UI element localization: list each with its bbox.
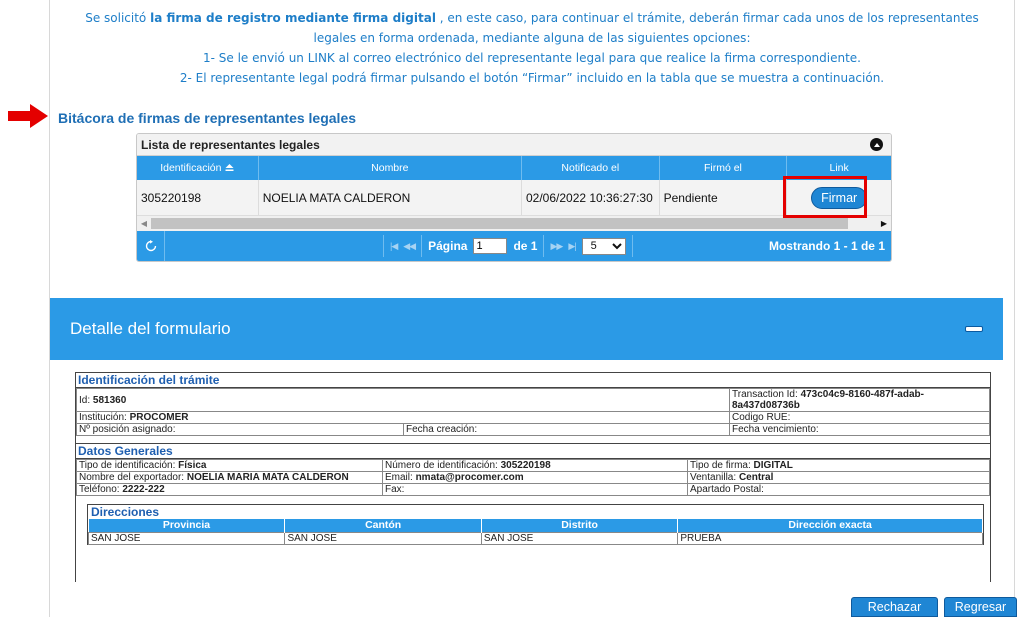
field-fecha-creacion: Fecha creación: [403, 423, 730, 436]
field-telefono: Teléfono: 2222-222 [76, 483, 383, 496]
form-detail-header: Detalle del formulario [50, 298, 1003, 360]
table-row[interactable]: 305220198 NOELIA MATA CALDERON 02/06/202… [137, 180, 891, 216]
instruction-line-4: 2- El representante legal podrá firmar p… [179, 71, 885, 85]
section-spacer [76, 436, 990, 444]
cell-direccion: PRUEBA [677, 531, 983, 545]
cell-firmo: Pendiente [660, 180, 788, 215]
field-transaction-id: Transaction Id: 473c04c9-8160-487f-adab-… [729, 388, 990, 412]
cell-distrito: SAN JOSE [480, 531, 679, 545]
field-apartado-postal: Apartado Postal: [687, 483, 990, 496]
cell-notificado: 02/06/2022 10:36:27:30 [522, 180, 660, 215]
cell-provincia: SAN JOSE [87, 531, 286, 545]
column-header-identificacion[interactable]: Identificación [137, 156, 259, 180]
field-tipo-firma: Tipo de firma: DIGITAL [687, 459, 990, 472]
prev-page-icon[interactable]: ◀◀ [403, 241, 416, 252]
first-page-icon[interactable]: |◀ [390, 241, 398, 252]
page-size-value: 5 [590, 240, 597, 252]
refresh-icon[interactable] [137, 231, 165, 261]
field-ventanilla: Ventanilla: Central [687, 471, 990, 484]
field-posicion: Nº posición asignado: [76, 423, 404, 436]
grid-caption: Lista de representantes legales [137, 134, 891, 156]
direcciones-section: Direcciones Provincia Cantón Distrito Di… [87, 504, 984, 545]
field-codigo-rue: Codigo RUE: [729, 411, 990, 424]
scroll-right-icon[interactable]: ▶ [877, 216, 891, 231]
form-detail-body: Identificación del trámite Id: 581360 Tr… [50, 360, 1003, 582]
pager-divider [543, 235, 545, 257]
reject-button[interactable]: Rechazar [851, 597, 938, 617]
scroll-left-icon[interactable]: ◀ [137, 216, 151, 231]
pager-divider [631, 235, 633, 257]
red-arrow-icon [8, 104, 48, 128]
page-label: Página [428, 239, 468, 253]
pager-status: Mostrando 1 - 1 de 1 [768, 239, 885, 253]
instruction-emphasis: la firma de registro mediante firma digi… [150, 11, 436, 25]
field-id: Id: 581360 [76, 388, 730, 412]
pager-divider [383, 235, 384, 257]
column-header-distrito: Distrito [481, 519, 679, 532]
pager: |◀ ◀◀ Página de 1 ▶▶ ▶| 5 Mostrando 1 - … [137, 231, 891, 261]
pager-controls: |◀ ◀◀ Página de 1 ▶▶ ▶| 5 [383, 231, 633, 261]
scroll-track[interactable] [151, 216, 877, 231]
column-header-firmo[interactable]: Firmó el [660, 156, 788, 180]
column-header-provincia: Provincia [88, 519, 286, 532]
section-title-identificacion: Identificación del trámite [76, 373, 990, 388]
instruction-line-2: legales en forma ordenada, mediante algu… [313, 31, 751, 45]
minimize-icon[interactable] [965, 326, 983, 332]
page-number-input[interactable] [473, 238, 508, 254]
last-page-icon[interactable]: ▶| [568, 241, 576, 252]
cell-identificacion: 305220198 [137, 180, 259, 215]
direcciones-table: Provincia Cantón Distrito Dirección exac… [87, 519, 983, 545]
collapse-icon[interactable] [870, 138, 883, 151]
back-button[interactable]: Regresar [944, 597, 1017, 617]
cell-nombre: NOELIA MATA CALDERON [259, 180, 522, 215]
datos-table: Tipo de identificación: Física Número de… [76, 459, 990, 496]
instruction-line-3: 1- Se le envió un LINK al correo electró… [203, 51, 861, 65]
instruction-line-1: Se solicitó la firma de registro mediant… [85, 11, 979, 25]
horizontal-scrollbar[interactable]: ◀ ▶ [137, 216, 891, 231]
field-tipo-identificacion: Tipo de identificación: Física [76, 459, 383, 472]
sign-highlight-box [783, 176, 867, 218]
field-fax: Fax: [382, 483, 688, 496]
next-page-icon[interactable]: ▶▶ [550, 241, 563, 252]
column-header-canton: Cantón [284, 519, 482, 532]
representatives-grid: Lista de representantes legales Identifi… [136, 133, 892, 262]
section-title-datos: Datos Generales [76, 444, 990, 459]
scroll-thumb[interactable] [151, 218, 848, 229]
column-header-nombre[interactable]: Nombre [259, 156, 522, 180]
form-detail-title: Detalle del formulario [70, 319, 231, 338]
form-detail-content: Identificación del trámite Id: 581360 Tr… [75, 372, 991, 582]
instructions: Se solicitó la firma de registro mediant… [50, 8, 1014, 88]
field-fecha-vencimiento: Fecha vencimiento: [729, 423, 990, 436]
field-numero-identificacion: Número de identificación: 305220198 [382, 459, 688, 472]
grid-caption-label: Lista de representantes legales [141, 137, 320, 152]
field-email: Email: nmata@procomer.com [382, 471, 688, 484]
grid-header: Identificación Nombre Notificado el Firm… [137, 156, 891, 180]
page: Se solicitó la firma de registro mediant… [0, 0, 1017, 617]
chevron-down-icon [611, 242, 622, 249]
sort-asc-icon [225, 164, 234, 171]
table-row: SAN JOSE SAN JOSE SAN JOSE PRUEBA [87, 531, 983, 545]
field-exportador: Nombre del exportador: NOELIA MARIA MATA… [76, 471, 383, 484]
field-institucion: Institución: PROCOMER [76, 411, 730, 424]
cell-canton: SAN JOSE [284, 531, 482, 545]
column-header-notificado[interactable]: Notificado el [522, 156, 660, 180]
identificacion-table: Id: 581360 Transaction Id: 473c04c9-8160… [76, 388, 990, 436]
right-divider [1014, 0, 1015, 617]
section-title-direcciones: Direcciones [91, 505, 160, 519]
page-size-select[interactable]: 5 [581, 237, 626, 255]
signature-log-title: Bitácora de firmas de representantes leg… [58, 110, 357, 126]
column-header-direccion: Dirección exacta [677, 519, 983, 532]
page-total-label: de 1 [513, 239, 538, 253]
pager-divider [421, 235, 423, 257]
